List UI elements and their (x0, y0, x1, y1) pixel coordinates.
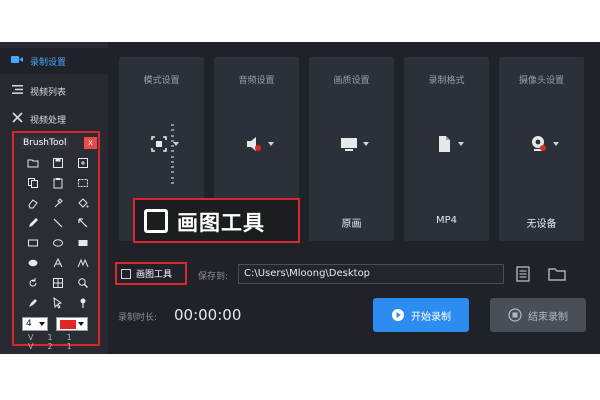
card-label: 录制格式 (428, 76, 465, 86)
card-label: 模式设置 (143, 76, 180, 86)
card-value: 原画 (341, 219, 362, 230)
save-icon[interactable] (46, 155, 71, 171)
draw-tool-callout: 画图工具 (133, 198, 300, 243)
line-icon[interactable] (46, 215, 71, 231)
start-recording-button[interactable]: 开始录制 (373, 298, 469, 332)
fill-icon[interactable] (70, 195, 95, 211)
sidebar-item-video-processing[interactable]: 视频处理 (0, 106, 108, 132)
tools-icon (10, 112, 24, 126)
open-icon[interactable] (21, 155, 46, 171)
card-value: MP4 (435, 215, 458, 226)
checkbox-icon (144, 209, 168, 233)
brush-tool-footer: V11 V21 (28, 333, 86, 351)
recorder-window: 录制设置 视频列表 视频处理 BrushTool x 4 V11 V21 模式设… (0, 42, 600, 354)
speaker-icon (244, 135, 274, 153)
chevron-down-icon (39, 322, 45, 326)
brush-size-select[interactable]: 4 (22, 317, 48, 331)
play-icon (392, 309, 404, 321)
paste-icon[interactable] (46, 175, 71, 191)
webcam-icon (529, 135, 559, 153)
font-style-icon[interactable] (70, 255, 95, 271)
sidebar-item-record-settings[interactable]: 录制设置 (0, 48, 108, 74)
sidebar-item-label: 视频列表 (30, 87, 67, 98)
select-rect-icon[interactable] (70, 175, 95, 191)
record-duration-value: 00:00:00 (174, 306, 242, 324)
monitor-icon (339, 135, 369, 153)
file-icon (434, 135, 464, 153)
brush-tool-panel: BrushTool x 4 V11 V21 (12, 131, 100, 351)
brush-tool-title: BrushTool (20, 137, 70, 149)
list-icon (10, 85, 24, 97)
card-webcam-settings[interactable]: 摄像头设置 无设备 (499, 57, 584, 241)
folder-icon[interactable] (548, 266, 566, 282)
stop-recording-button[interactable]: 结束录制 (490, 298, 586, 332)
filled-ellipse-icon[interactable] (21, 255, 46, 271)
chevron-down-icon (78, 322, 84, 326)
sidebar: 录制设置 视频列表 视频处理 BrushTool x 4 V11 V21 (0, 42, 108, 354)
pencil-icon[interactable] (21, 215, 46, 231)
ellipse-icon[interactable] (46, 235, 71, 251)
card-label: 摄像头设置 (518, 76, 564, 86)
brush-color-select[interactable] (56, 317, 88, 331)
stop-icon (508, 308, 522, 322)
sidebar-item-label: 录制设置 (30, 57, 67, 68)
volume-meter (171, 124, 175, 184)
zoom-icon[interactable] (70, 275, 95, 291)
rotate-icon[interactable] (21, 275, 46, 291)
color-swatch (60, 320, 76, 329)
card-value: 无设备 (526, 219, 557, 230)
rectangle-icon[interactable] (21, 235, 46, 251)
sidebar-item-video-list[interactable]: 视频列表 (0, 78, 108, 104)
camera-icon (10, 55, 24, 67)
pin-icon[interactable] (70, 295, 95, 311)
eraser-icon[interactable] (21, 195, 46, 211)
grid-icon[interactable] (46, 275, 71, 291)
file-list-icon[interactable] (516, 266, 530, 282)
filled-rectangle-icon[interactable] (70, 235, 95, 251)
arrow-tool-icon[interactable] (70, 215, 95, 231)
record-duration-label: 录制时长: (118, 313, 158, 323)
close-button[interactable]: x (84, 137, 97, 149)
card-label: 画质设置 (333, 76, 370, 86)
eyedropper-icon[interactable] (46, 195, 71, 211)
draw-tool-checkbox[interactable]: 画图工具 (115, 262, 187, 285)
chevron-down-icon (553, 142, 559, 146)
stop-recording-label: 结束录制 (528, 311, 568, 323)
brush-icon[interactable] (21, 295, 46, 311)
card-quality-settings[interactable]: 画质设置 原画 (309, 57, 394, 241)
chevron-down-icon (458, 142, 464, 146)
card-format-settings[interactable]: 录制格式 MP4 (404, 57, 489, 241)
copy-icon[interactable] (21, 175, 46, 191)
checkbox-icon (121, 268, 131, 279)
chevron-down-icon (268, 142, 274, 146)
text-icon[interactable] (46, 255, 71, 271)
card-label: 音频设置 (238, 76, 275, 86)
sidebar-item-label: 视频处理 (30, 115, 67, 126)
start-recording-label: 开始录制 (411, 311, 451, 323)
cursor-icon[interactable] (46, 295, 71, 311)
save-path-field[interactable]: C:\Users\Mloong\Desktop (238, 264, 504, 284)
callout-label: 画图工具 (177, 211, 265, 235)
draw-tool-label: 画图工具 (136, 270, 173, 280)
brush-size-value: 4 (26, 319, 32, 329)
chevron-down-icon (363, 142, 369, 146)
save-as-icon[interactable] (70, 155, 95, 171)
save-path-label: 保存到: (198, 272, 229, 282)
